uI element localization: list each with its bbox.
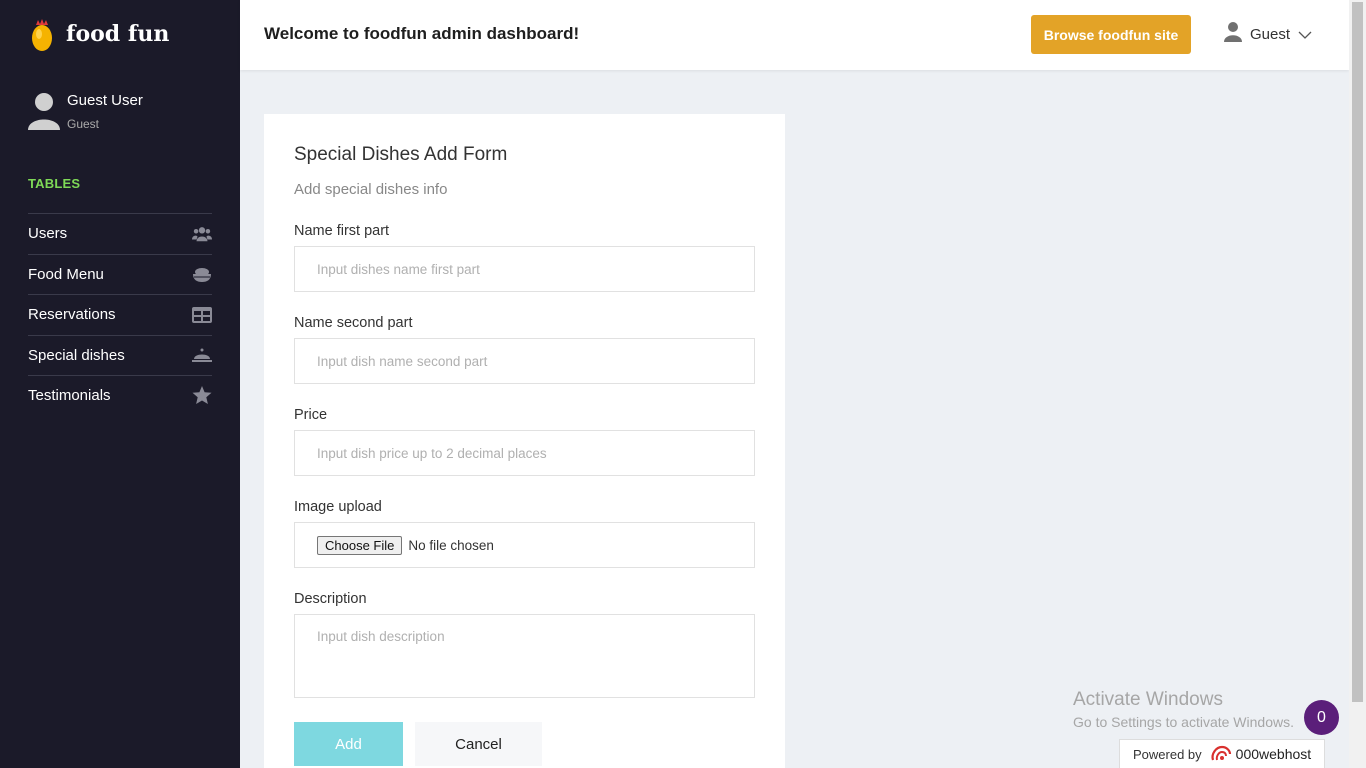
webhost-logo-icon bbox=[1210, 745, 1232, 763]
sidebar: food fun Guest User Guest TABLES Users F… bbox=[0, 0, 240, 768]
sidebar-item-label: Food Menu bbox=[28, 265, 104, 283]
image-upload-label: Image upload bbox=[294, 499, 382, 515]
price-input[interactable] bbox=[294, 430, 755, 476]
browse-site-button[interactable]: Browse foodfun site bbox=[1031, 15, 1191, 54]
notification-badge[interactable]: 0 bbox=[1304, 700, 1339, 735]
user-menu-label: Guest bbox=[1250, 26, 1291, 43]
welcome-text: Welcome to foodfun admin dashboard! bbox=[264, 24, 580, 43]
sidebar-item-users[interactable]: Users bbox=[28, 213, 212, 254]
top-header: Welcome to foodfun admin dashboard! Brow… bbox=[240, 0, 1349, 70]
star-icon bbox=[192, 386, 212, 406]
users-icon bbox=[192, 224, 212, 244]
description-label: Description bbox=[294, 591, 367, 607]
user-icon bbox=[1224, 22, 1242, 47]
special-dishes-form-card: Special Dishes Add Form Add special dish… bbox=[264, 114, 785, 768]
profile-name: Guest User bbox=[67, 92, 143, 109]
choose-file-button[interactable]: Choose File bbox=[317, 535, 403, 555]
add-button[interactable]: Add bbox=[294, 722, 403, 766]
sidebar-item-special-dishes[interactable]: Special dishes bbox=[28, 334, 212, 376]
sidebar-item-food-menu[interactable]: Food Menu bbox=[28, 253, 212, 295]
sidebar-item-testimonials[interactable]: Testimonials bbox=[28, 375, 212, 416]
logo-text: food fun bbox=[66, 21, 170, 47]
sidebar-item-reservations[interactable]: Reservations bbox=[28, 294, 212, 335]
form-subtitle: Add special dishes info bbox=[294, 181, 448, 198]
egg-logo-icon bbox=[28, 16, 56, 52]
sidebar-item-label: Special dishes bbox=[28, 346, 125, 364]
sidebar-profile: Guest User Guest bbox=[28, 92, 143, 131]
cancel-button[interactable]: Cancel bbox=[415, 722, 542, 766]
sidebar-item-label: Reservations bbox=[28, 306, 116, 324]
powered-by-banner[interactable]: Powered by 000webhost bbox=[1119, 739, 1325, 768]
name-second-label: Name second part bbox=[294, 315, 413, 331]
profile-role: Guest bbox=[67, 117, 100, 131]
activate-windows-watermark: Activate Windows Go to Settings to activ… bbox=[1073, 689, 1294, 730]
name-first-label: Name first part bbox=[294, 223, 390, 239]
sidebar-item-label: Testimonials bbox=[28, 387, 111, 405]
sidebar-item-label: Users bbox=[28, 225, 68, 243]
sidebar-nav: Users Food Menu Reservations Special dis… bbox=[28, 213, 212, 416]
activate-subtitle: Go to Settings to activate Windows. bbox=[1073, 714, 1294, 730]
chevron-down-icon bbox=[1298, 26, 1312, 44]
activate-title: Activate Windows bbox=[1073, 689, 1223, 710]
table-icon bbox=[192, 305, 212, 325]
food-bowl-icon bbox=[192, 264, 212, 284]
cloche-icon bbox=[192, 345, 212, 365]
avatar bbox=[28, 92, 60, 130]
logo[interactable]: food fun bbox=[28, 16, 169, 52]
form-title: Special Dishes Add Form bbox=[294, 144, 508, 165]
file-status-text: No file chosen bbox=[408, 537, 494, 553]
user-menu[interactable]: Guest bbox=[1224, 22, 1312, 47]
page-scrollbar[interactable] bbox=[1349, 0, 1366, 768]
name-first-input[interactable] bbox=[294, 246, 755, 292]
image-upload-field: Choose File No file chosen bbox=[294, 522, 755, 568]
description-textarea[interactable] bbox=[294, 614, 755, 698]
name-second-input[interactable] bbox=[294, 338, 755, 384]
powered-by-brand: 000webhost bbox=[1235, 746, 1312, 762]
powered-by-text: Powered by bbox=[1133, 746, 1202, 762]
scrollbar-thumb[interactable] bbox=[1352, 2, 1363, 702]
section-heading: TABLES bbox=[28, 176, 81, 191]
price-label: Price bbox=[294, 407, 328, 423]
